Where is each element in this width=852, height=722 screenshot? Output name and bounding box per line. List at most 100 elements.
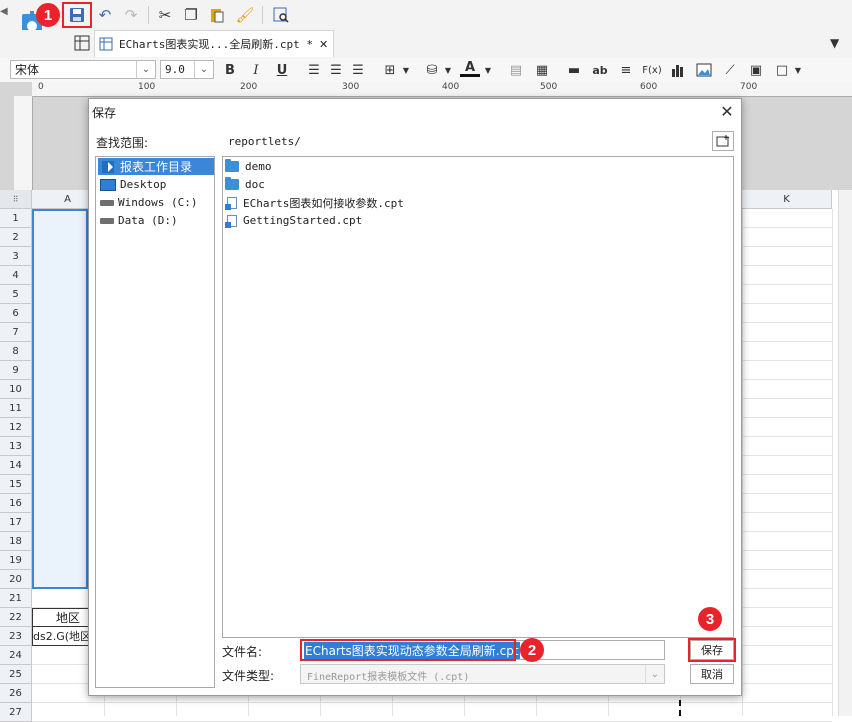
cut-icon[interactable]: ✂ — [154, 4, 176, 26]
row-header[interactable]: 14 — [0, 456, 32, 475]
align-left-icon[interactable]: ☰ — [304, 60, 324, 80]
bar-chart-icon[interactable] — [668, 60, 688, 80]
wrap-icon[interactable]: ▤ — [506, 60, 526, 80]
annotation-box-save-icon — [62, 2, 92, 28]
nav-item-windows-c[interactable]: Windows (C:) — [98, 194, 214, 211]
row-header[interactable]: 19 — [0, 551, 32, 570]
row-header[interactable]: 24 — [0, 646, 32, 665]
row-header[interactable]: 16 — [0, 494, 32, 513]
filetype-select[interactable]: FineReport报表模板文件 (.cpt) ⌄ — [300, 664, 665, 684]
file-item-echarts-params[interactable]: ECharts图表如何接收参数.cpt — [225, 194, 404, 211]
row-header[interactable]: 12 — [0, 418, 32, 437]
bold-button[interactable]: B — [220, 60, 240, 80]
grid-line-vertical — [742, 209, 743, 716]
nav-item-report-workspace[interactable]: 报表工作目录 — [98, 158, 214, 175]
row-header[interactable]: 17 — [0, 513, 32, 532]
nav-item-desktop[interactable]: Desktop — [98, 176, 214, 193]
row-header[interactable]: 5 — [0, 285, 32, 304]
format-painter-icon[interactable]: 🖌 — [234, 4, 256, 26]
row-header[interactable]: 11 — [0, 399, 32, 418]
collapse-arrow-icon[interactable]: ◀ — [0, 6, 8, 17]
merge-cells-icon[interactable]: ▦ — [532, 60, 552, 80]
row-header[interactable]: 3 — [0, 247, 32, 266]
paragraph-icon[interactable]: ≡ — [616, 60, 636, 80]
ruler-mark: 300 — [342, 82, 360, 92]
align-right-icon[interactable]: ☰ — [348, 60, 368, 80]
row-header[interactable]: 4 — [0, 266, 32, 285]
diagonal-line-icon[interactable]: ⟋ — [720, 60, 740, 80]
cpt-file-icon — [225, 214, 237, 228]
folder-icon — [225, 159, 239, 172]
location-nav-panel — [95, 156, 215, 688]
grid-line-vertical — [832, 209, 833, 716]
row-header[interactable]: 13 — [0, 437, 32, 456]
file-item-getting-started[interactable]: GettingStarted.cpt — [225, 212, 362, 229]
text-abbr-icon[interactable]: ab — [590, 60, 610, 80]
filename-label: 文件名: — [222, 645, 263, 659]
nav-item-label: Desktop — [120, 178, 167, 191]
align-center-icon[interactable]: ☰ — [326, 60, 346, 80]
row-header[interactable]: 2 — [0, 228, 32, 247]
annotation-badge-1: 1 — [36, 3, 60, 27]
ruler-mark: 100 — [138, 82, 156, 92]
italic-button[interactable]: I — [246, 60, 266, 80]
new-folder-button[interactable] — [712, 131, 734, 151]
row-header[interactable]: 1 — [0, 209, 32, 228]
tab-close-icon[interactable]: ✕ — [319, 38, 328, 51]
row-header[interactable]: 10 — [0, 380, 32, 399]
file-item-doc[interactable]: doc — [225, 176, 265, 193]
formula-icon[interactable]: F(x) — [640, 60, 664, 80]
insert-bar-icon[interactable]: ▬ — [564, 60, 584, 80]
font-size-select[interactable]: 9.0 ⌄ — [160, 60, 214, 79]
tab-title: ECharts图表实现...全局刷新.cpt * — [119, 38, 313, 51]
tab-menu-icon[interactable]: ▼ — [830, 36, 839, 50]
vertical-scrollbar[interactable] — [838, 190, 852, 716]
undo-icon[interactable]: ↶ — [94, 4, 116, 26]
nav-item-label: Data (D:) — [118, 214, 178, 227]
row-header[interactable]: 7 — [0, 323, 32, 342]
cancel-button[interactable]: 取消 — [690, 664, 734, 684]
image-icon[interactable] — [694, 60, 714, 80]
row-header[interactable]: 20 — [0, 570, 32, 589]
text-color-icon[interactable]: A — [460, 60, 480, 77]
select-all-corner[interactable]: ⠿ — [0, 190, 32, 209]
selected-range[interactable] — [32, 209, 88, 589]
row-header[interactable]: 9 — [0, 361, 32, 380]
dialog-close-button[interactable]: ✕ — [718, 102, 736, 121]
fill-dropdown-icon[interactable]: ▼ — [438, 60, 458, 80]
toolbar-separator — [148, 6, 149, 24]
preview-icon[interactable] — [270, 4, 292, 26]
column-header-k[interactable]: K — [742, 190, 832, 209]
row-header[interactable]: 18 — [0, 532, 32, 551]
annotation-badge-2: 2 — [520, 638, 544, 662]
row-header[interactable]: 22 — [0, 608, 32, 627]
grid-view-icon[interactable] — [74, 35, 90, 51]
border-dropdown-icon[interactable]: ▼ — [396, 60, 416, 80]
row-header[interactable]: 27 — [0, 703, 32, 722]
tab-echarts-file[interactable]: ECharts图表实现...全局刷新.cpt * ✕ — [94, 30, 334, 57]
redo-icon[interactable]: ↷ — [120, 4, 142, 26]
ruler-mark: 700 — [740, 82, 758, 92]
file-item-label: GettingStarted.cpt — [243, 214, 363, 227]
file-item-demo[interactable]: demo — [225, 158, 272, 175]
copy-icon[interactable]: ❐ — [180, 4, 202, 26]
underline-button[interactable]: U — [272, 60, 292, 80]
annotation-box-filename — [300, 639, 516, 661]
paste-icon[interactable] — [206, 4, 228, 26]
lookin-label: 查找范围: — [96, 136, 149, 150]
row-header[interactable]: 25 — [0, 665, 32, 684]
nav-item-data-d[interactable]: Data (D:) — [98, 212, 214, 229]
row-header[interactable]: 21 — [0, 589, 32, 608]
row-header[interactable]: 6 — [0, 304, 32, 323]
annotation-box-save-button — [688, 638, 736, 662]
chevron-down-icon: ⌄ — [645, 665, 664, 683]
row-header[interactable]: 26 — [0, 684, 32, 703]
border-style-dropdown-icon[interactable]: ▼ — [788, 60, 808, 80]
sub-report-icon[interactable]: ▣ — [746, 60, 766, 80]
horizontal-ruler: 0 100 200 300 400 500 600 700 — [32, 82, 852, 97]
text-color-dropdown-icon[interactable]: ▼ — [478, 60, 498, 80]
row-header[interactable]: 8 — [0, 342, 32, 361]
row-header[interactable]: 15 — [0, 475, 32, 494]
row-header[interactable]: 23 — [0, 627, 32, 646]
font-family-select[interactable]: 宋体 ⌄ — [10, 60, 156, 79]
